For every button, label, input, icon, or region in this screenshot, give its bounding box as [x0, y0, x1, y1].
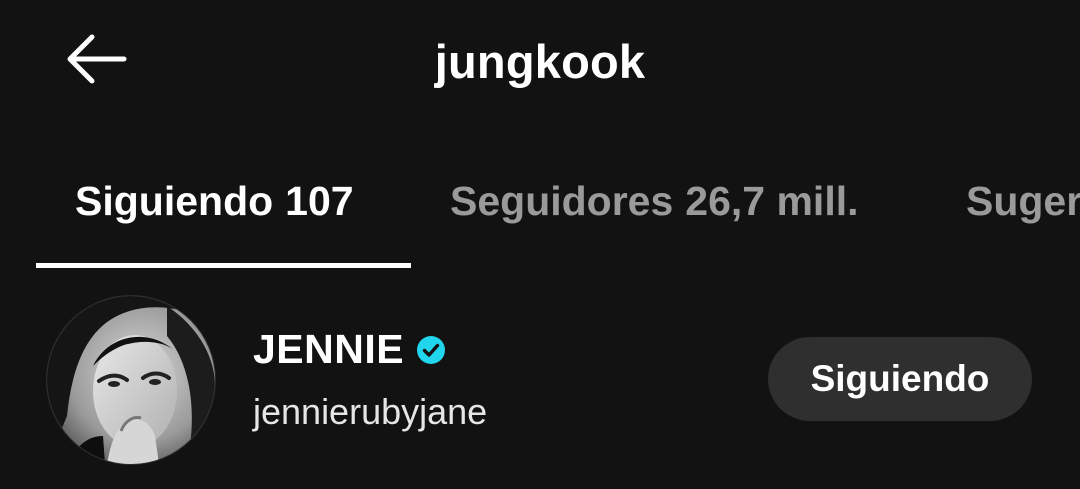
tab-bar: Siguiendo107 Seguidores26,7 mill. Sugere… — [0, 160, 1080, 270]
avatar[interactable] — [47, 296, 215, 464]
active-tab-indicator — [36, 263, 411, 268]
following-button[interactable]: Siguiendo — [768, 337, 1032, 421]
profile-photo — [47, 296, 215, 464]
list-item[interactable]: JENNIE jennierubyjane Siguiendo — [0, 290, 1080, 470]
tab-suggested-label: Sugerencias — [966, 178, 1080, 224]
tab-followers-label: Seguidores — [450, 178, 674, 224]
tab-followers-count: 26,7 mill. — [685, 178, 859, 224]
verified-badge-icon — [417, 335, 446, 364]
page-title: jungkook — [434, 35, 646, 88]
tab-followers[interactable]: Seguidores 26,7 mill. — [450, 178, 859, 225]
username-handle: jennierubyjane — [253, 391, 488, 432]
tab-following-label: Siguiendo — [75, 178, 274, 224]
tab-following[interactable]: Siguiendo 107 — [75, 178, 354, 225]
tab-suggested[interactable]: Sugerencias — [966, 178, 1080, 225]
top-bar: jungkook — [0, 0, 1080, 122]
tab-following-count: 107 — [285, 178, 354, 224]
user-name-line[interactable]: JENNIE — [253, 326, 446, 373]
display-name: JENNIE — [253, 326, 405, 372]
